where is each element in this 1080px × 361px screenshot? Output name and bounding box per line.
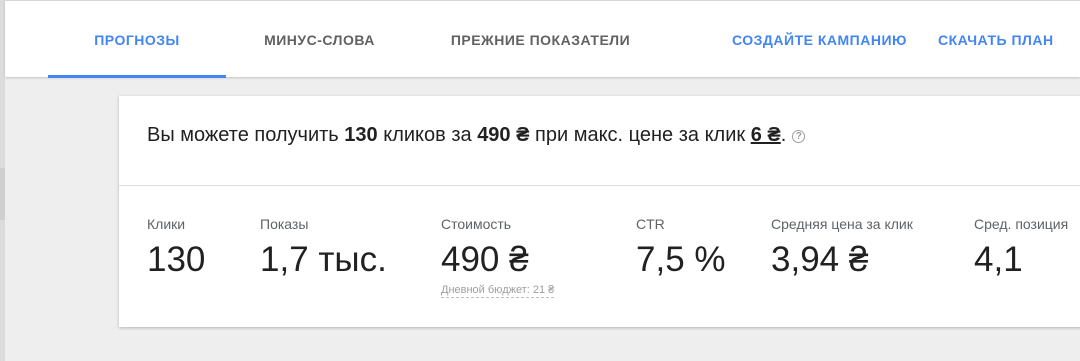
forecast-summary: Вы можете получить 130 кликов за 490 ₴ п… [147,124,806,147]
forecast-card: Вы можете получить 130 кликов за 490 ₴ п… [119,96,1080,327]
metric-avg-cpc-label: Средняя цена за клик [771,216,913,232]
download-plan-button[interactable]: СКАЧАТЬ ПЛАН [938,32,1054,48]
active-tab-indicator [48,75,226,78]
card-divider [119,185,1080,186]
metric-impressions-value: 1,7 тыс. [260,240,387,279]
metric-ctr-value: 7,5 % [636,240,726,279]
top-tab-bar: ПРОГНОЗЫ МИНУС-СЛОВА ПРЕЖНИЕ ПОКАЗАТЕЛИ … [5,0,1080,78]
metric-ctr: CTR 7,5 % [636,216,726,280]
metric-avg-cpc-value: 3,94 ₴ [771,240,869,279]
tab-historical-metrics[interactable]: ПРЕЖНИЕ ПОКАЗАТЕЛИ [413,1,668,78]
metric-impressions-label: Показы [260,216,309,232]
summary-suffix: . [780,124,787,146]
summary-clicks: 130 [344,124,378,146]
metric-impressions: Показы 1,7 тыс. [260,216,387,280]
question-circle-icon[interactable]: ? [792,130,806,143]
metric-clicks-label: Клики [147,216,186,232]
max-cpc-link[interactable]: 6 ₴ [751,124,781,146]
metric-avg-position-value: 4,1 [974,240,1023,279]
tab-forecasts[interactable]: ПРОГНОЗЫ [48,1,226,78]
metric-avg-cpc: Средняя цена за клик 3,94 ₴ [771,216,913,280]
left-edge-notch [0,168,5,220]
metric-cost-value: 490 ₴ [441,240,529,279]
summary-cost: 490 ₴ [477,124,530,146]
tab-forecasts-label: ПРОГНОЗЫ [94,31,180,48]
metric-clicks: Клики 130 [147,216,205,280]
summary-prefix: Вы можете получить [147,124,345,146]
metric-ctr-label: CTR [636,216,665,232]
metric-cost: Стоимость 490 ₴ Дневной бюджет: 21 ₴ [441,216,555,298]
metric-avg-position-label: Сред. позиция [974,216,1069,232]
daily-budget-link[interactable]: Дневной бюджет: 21 ₴ [441,284,555,298]
metric-avg-position: Сред. позиция 4,1 [974,216,1068,280]
tab-negative-keywords[interactable]: МИНУС-СЛОВА [226,1,413,78]
create-campaign-button[interactable]: СОЗДАЙТЕ КАМПАНИЮ [732,32,907,48]
summary-clicks-text: кликов за [377,124,478,146]
tab-negative-keywords-label: МИНУС-СЛОВА [264,31,375,48]
metric-clicks-value: 130 [147,240,206,279]
summary-mid-text: при макс. цене за клик [529,124,751,146]
metric-cost-label: Стоимость [441,216,512,232]
tab-historical-metrics-label: ПРЕЖНИЕ ПОКАЗАТЕЛИ [450,31,631,48]
